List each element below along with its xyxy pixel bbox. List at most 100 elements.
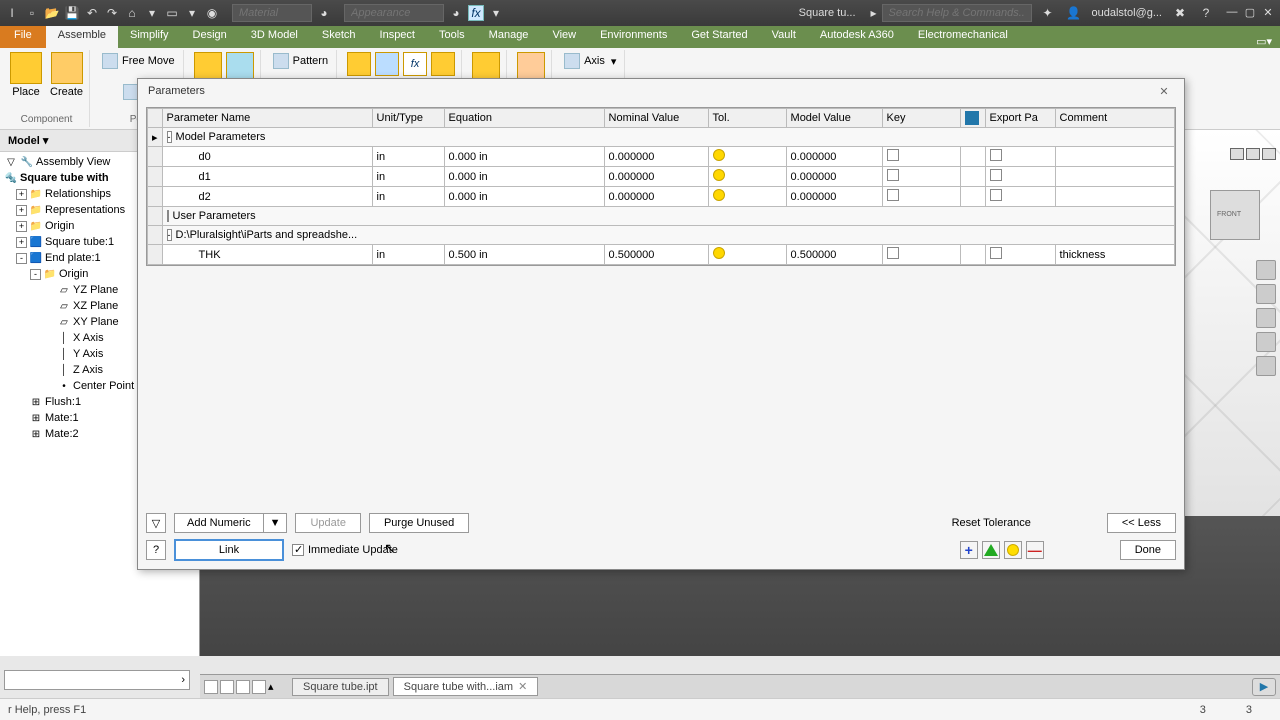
maximize-icon[interactable]: ▢ — [1242, 6, 1258, 20]
tol-triangle-icon[interactable] — [982, 541, 1000, 559]
save-icon[interactable]: 💾 — [64, 5, 80, 21]
search-go-icon[interactable]: ▸ — [866, 5, 882, 21]
tab-simplify[interactable]: Simplify — [118, 26, 181, 48]
tab-layout3-icon[interactable] — [236, 680, 250, 694]
param-modelvalue-cell[interactable]: 0.000000 — [786, 187, 882, 207]
col-parameter-name[interactable]: Parameter Name — [162, 109, 372, 128]
tab-vault[interactable]: Vault — [760, 26, 808, 48]
col-comment[interactable]: Comment — [1055, 109, 1174, 128]
param-name-cell[interactable]: d2 — [162, 187, 372, 207]
col-equation[interactable]: Equation — [444, 109, 604, 128]
expand-icon[interactable]: - — [30, 269, 41, 280]
create-button[interactable]: Create — [50, 52, 83, 98]
zoom-icon[interactable] — [1256, 308, 1276, 328]
param-group-row[interactable]: -D:\Pluralsight\iParts and spreadshe... — [148, 226, 1175, 245]
immediate-update-checkbox[interactable]: ✓ Immediate Update — [292, 544, 398, 556]
param-key-cell[interactable] — [882, 245, 960, 265]
tol-minus-icon[interactable]: — — [1026, 541, 1044, 559]
material-dropdown[interactable] — [232, 4, 312, 22]
param-export-cell[interactable] — [985, 187, 1055, 207]
model-max-icon[interactable] — [1246, 148, 1260, 160]
screencast-icon[interactable]: ▶ — [1252, 678, 1276, 696]
param-unit-cell[interactable]: in — [372, 147, 444, 167]
group-expand-icon[interactable]: - — [167, 131, 172, 143]
pan-icon[interactable] — [1256, 284, 1276, 304]
lookat-icon[interactable] — [1256, 356, 1276, 376]
tab-sketch[interactable]: Sketch — [310, 26, 368, 48]
tab-3dmodel[interactable]: 3D Model — [239, 26, 310, 48]
col-tol[interactable]: Tol. — [708, 109, 786, 128]
tab-layout2-icon[interactable] — [220, 680, 234, 694]
param-row[interactable]: d1 in 0.000 in 0.000000 0.000000 — [148, 167, 1175, 187]
tab-design[interactable]: Design — [181, 26, 239, 48]
param-key-cell[interactable] — [882, 187, 960, 207]
param-modelvalue-cell[interactable]: 0.500000 — [786, 245, 882, 265]
exchange-icon[interactable]: ✖ — [1172, 5, 1188, 21]
key-checkbox[interactable] — [887, 189, 899, 201]
model-close-icon[interactable] — [1262, 148, 1276, 160]
ribbon-appearance-icon[interactable]: ▭▾ — [1256, 35, 1272, 48]
tab-inspect[interactable]: Inspect — [368, 26, 427, 48]
create-sub-icon[interactable] — [431, 52, 455, 76]
param-nominal-cell[interactable]: 0.000000 — [604, 167, 708, 187]
col-export[interactable]: Export Pa — [985, 109, 1055, 128]
bom-icon[interactable] — [347, 52, 371, 76]
param-export-cell[interactable] — [985, 245, 1055, 265]
param-row[interactable]: d2 in 0.000 in 0.000000 0.000000 — [148, 187, 1175, 207]
col-key[interactable]: Key — [882, 109, 960, 128]
undo-icon[interactable]: ↶ — [84, 5, 100, 21]
home-icon[interactable]: ⌂ — [124, 5, 140, 21]
tab-view[interactable]: View — [540, 26, 588, 48]
redo-icon[interactable]: ↷ — [104, 5, 120, 21]
tab-layout4-icon[interactable] — [252, 680, 266, 694]
group-expand-icon[interactable]: - — [167, 229, 172, 241]
export-checkbox[interactable] — [990, 189, 1002, 201]
tol-circle-icon[interactable] — [1004, 541, 1022, 559]
minimize-icon[interactable]: — — [1224, 6, 1240, 20]
tab-layout1-icon[interactable] — [204, 680, 218, 694]
col-export-icon[interactable] — [960, 109, 985, 128]
export-checkbox[interactable] — [990, 149, 1002, 161]
orbit-icon[interactable] — [1256, 332, 1276, 352]
expand-icon[interactable]: + — [16, 205, 27, 216]
dialog-titlebar[interactable]: Parameters ✕ — [138, 79, 1184, 107]
free-move-button[interactable]: Free Move — [100, 52, 177, 70]
plane-icon[interactable] — [472, 52, 500, 80]
param-tol-cell[interactable] — [708, 245, 786, 265]
col-model-value[interactable]: Model Value — [786, 109, 882, 128]
user-icon[interactable]: 👤 — [1066, 5, 1082, 21]
param-comment-cell[interactable]: thickness — [1055, 245, 1174, 265]
param-name-cell[interactable]: d1 — [162, 167, 372, 187]
param-nominal-cell[interactable]: 0.500000 — [604, 245, 708, 265]
place-button[interactable]: Place — [10, 52, 42, 98]
appearance-dropdown[interactable] — [344, 4, 444, 22]
param-nominal-cell[interactable]: 0.000000 — [604, 147, 708, 167]
shrinkwrap-icon[interactable] — [517, 52, 545, 80]
nav-wheel-icon[interactable] — [1256, 260, 1276, 280]
model-min-icon[interactable] — [1230, 148, 1244, 160]
tol-plus-icon[interactable]: + — [960, 541, 978, 559]
signin-star-icon[interactable]: ✦ — [1040, 5, 1056, 21]
param-unit-cell[interactable]: in — [372, 187, 444, 207]
param-unit-cell[interactable]: in — [372, 167, 444, 187]
tab-electromechanical[interactable]: Electromechanical — [906, 26, 1020, 48]
link-button[interactable]: Link — [174, 539, 284, 561]
dialog-help-icon[interactable]: ? — [146, 540, 166, 560]
add-numeric-button[interactable]: Add Numeric ▼ — [174, 513, 287, 533]
param-name-cell[interactable]: d0 — [162, 147, 372, 167]
key-checkbox[interactable] — [887, 247, 899, 259]
key-checkbox[interactable] — [887, 169, 899, 181]
param-nominal-cell[interactable]: 0.000000 — [604, 187, 708, 207]
parameters-icon[interactable] — [375, 52, 399, 76]
col-nominal[interactable]: Nominal Value — [604, 109, 708, 128]
param-modelvalue-cell[interactable]: 0.000000 — [786, 147, 882, 167]
new-icon[interactable]: ▫ — [24, 5, 40, 21]
tab-tools[interactable]: Tools — [427, 26, 477, 48]
fx-icon[interactable]: fx — [468, 5, 484, 21]
view-cube[interactable] — [1210, 190, 1260, 240]
open-icon[interactable]: 📂 — [44, 5, 60, 21]
dialog-close-icon[interactable]: ✕ — [1154, 85, 1174, 101]
assemble-icon[interactable] — [226, 52, 254, 80]
param-equation-cell[interactable]: 0.000 in — [444, 187, 604, 207]
qat-dropdown2-icon[interactable]: ▾ — [184, 5, 200, 21]
